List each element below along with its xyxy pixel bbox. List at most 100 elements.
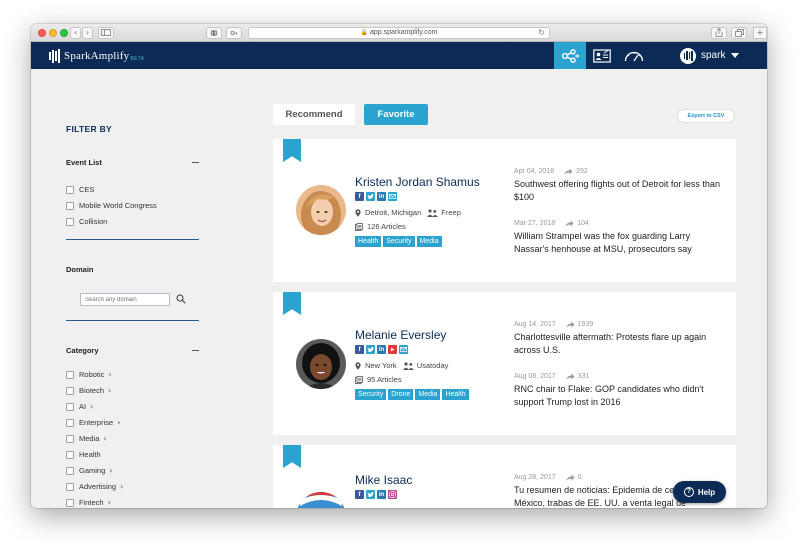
- category-item[interactable]: Media ›: [66, 433, 107, 444]
- tab-favorite[interactable]: Favorite: [364, 104, 428, 125]
- tabs-button[interactable]: [731, 27, 747, 39]
- chevron-right-icon[interactable]: ›: [108, 498, 111, 507]
- news-date: Aug 28, 2017: [514, 474, 556, 481]
- nav-amplify-button[interactable]: [554, 42, 586, 69]
- nav-contacts-button[interactable]: [586, 42, 618, 69]
- twitter-icon[interactable]: [366, 345, 375, 354]
- checkbox[interactable]: [66, 402, 74, 411]
- checkbox[interactable]: [66, 185, 74, 194]
- zoom-window-button[interactable]: [60, 29, 68, 37]
- minimize-window-button[interactable]: [49, 29, 57, 37]
- article-count: 126 Articles: [355, 222, 406, 231]
- journalist-name[interactable]: Mike Isaac: [355, 473, 412, 487]
- section-divider: [66, 320, 199, 321]
- twitter-icon[interactable]: [366, 490, 375, 499]
- facebook-icon[interactable]: f: [355, 192, 364, 201]
- help-button[interactable]: ? Help: [673, 481, 726, 503]
- bookmark-icon[interactable]: [283, 292, 301, 315]
- bookmark-icon[interactable]: [283, 139, 301, 162]
- linkedin-icon[interactable]: in: [377, 192, 386, 201]
- bookmark-icon[interactable]: [283, 445, 301, 468]
- key-icon: [230, 31, 238, 36]
- youtube-icon[interactable]: [388, 345, 397, 354]
- category-item[interactable]: Fintech ›: [66, 497, 111, 508]
- sidebar-icon: [101, 29, 111, 36]
- category-item[interactable]: Biotech ›: [66, 385, 111, 396]
- category-title: Category: [66, 346, 99, 355]
- facebook-icon[interactable]: f: [355, 490, 364, 499]
- category-item[interactable]: Enterprise ›: [66, 417, 120, 428]
- back-button[interactable]: ‹: [70, 27, 81, 39]
- share-arrow-icon: [565, 220, 574, 227]
- topic-tag[interactable]: Health: [355, 236, 382, 247]
- category-item[interactable]: Gaming ›: [66, 465, 112, 476]
- privacy-button[interactable]: [206, 27, 222, 39]
- checkbox[interactable]: [66, 498, 74, 507]
- checkbox[interactable]: [66, 418, 74, 427]
- chevron-right-icon[interactable]: ›: [103, 434, 106, 443]
- publication-text[interactable]: Freep: [441, 208, 461, 217]
- export-csv-button[interactable]: Export to CSV: [677, 109, 735, 123]
- app-logo[interactable]: SparkAmplify BETA: [49, 49, 144, 63]
- twitter-icon[interactable]: [366, 192, 375, 201]
- publication-text[interactable]: Usatoday: [417, 361, 449, 370]
- category-item[interactable]: AI ›: [66, 401, 93, 412]
- topic-tag[interactable]: Health: [442, 389, 469, 400]
- collapse-category-icon[interactable]: [192, 350, 199, 351]
- nav-dashboard-button[interactable]: [618, 42, 650, 69]
- extension-button[interactable]: [226, 27, 242, 39]
- category-item[interactable]: Advertising ›: [66, 481, 123, 492]
- share-button[interactable]: [711, 27, 727, 39]
- close-window-button[interactable]: [38, 29, 46, 37]
- event-item[interactable]: CES: [66, 184, 94, 195]
- instagram-icon[interactable]: [388, 490, 397, 499]
- topic-tag[interactable]: Security: [383, 236, 415, 247]
- checkbox[interactable]: [66, 217, 74, 226]
- journalist-name[interactable]: Melanie Eversley: [355, 328, 446, 342]
- chevron-right-icon[interactable]: ›: [120, 482, 123, 491]
- news-headline[interactable]: Charlottesville aftermath: Protests flar…: [514, 331, 724, 357]
- linkedin-icon[interactable]: in: [377, 345, 386, 354]
- checkbox[interactable]: [66, 370, 74, 379]
- chevron-right-icon[interactable]: ›: [109, 466, 112, 475]
- news-headline[interactable]: William Strampel was the fox guarding La…: [514, 230, 724, 256]
- event-item[interactable]: Mobile World Congress: [66, 200, 157, 211]
- search-icon[interactable]: [176, 294, 186, 304]
- sidebar-toggle-button[interactable]: [98, 27, 114, 39]
- topic-tag[interactable]: Drone: [388, 389, 414, 400]
- domain-search-input[interactable]: [80, 293, 170, 306]
- email-icon[interactable]: [388, 192, 397, 201]
- location-text: Detroit, Michigan: [365, 208, 422, 217]
- checkbox[interactable]: [66, 434, 74, 443]
- chevron-right-icon[interactable]: ›: [90, 402, 93, 411]
- user-menu[interactable]: spark: [680, 46, 740, 65]
- chevron-right-icon[interactable]: ›: [108, 386, 111, 395]
- checkbox[interactable]: [66, 450, 74, 459]
- forward-button[interactable]: ›: [82, 27, 93, 39]
- topic-tag[interactable]: Media: [416, 236, 442, 247]
- checkbox[interactable]: [66, 201, 74, 210]
- news-date: Aug 08, 2017: [514, 373, 556, 380]
- topic-tag[interactable]: Media: [415, 389, 441, 400]
- facebook-icon[interactable]: f: [355, 345, 364, 354]
- event-item[interactable]: Collision: [66, 216, 107, 227]
- checkbox[interactable]: [66, 482, 74, 491]
- email-icon[interactable]: [399, 345, 408, 354]
- new-tab-button[interactable]: +: [753, 27, 767, 39]
- filter-title: FILTER BY: [66, 124, 112, 134]
- checkbox[interactable]: [66, 386, 74, 395]
- linkedin-icon[interactable]: in: [377, 490, 386, 499]
- collapse-event-list-icon[interactable]: [192, 162, 199, 163]
- category-item[interactable]: Robotic ›: [66, 369, 112, 380]
- address-bar[interactable]: 🔒 app.sparkamplify.com ↻: [248, 27, 550, 39]
- news-headline[interactable]: Southwest offering flights out of Detroi…: [514, 178, 724, 204]
- tab-recommend[interactable]: Recommend: [273, 104, 355, 125]
- journalist-name[interactable]: Kristen Jordan Shamus: [355, 175, 480, 189]
- reload-icon[interactable]: ↻: [538, 28, 545, 38]
- checkbox[interactable]: [66, 466, 74, 475]
- chevron-right-icon[interactable]: ›: [117, 418, 120, 427]
- topic-tag[interactable]: Security: [355, 389, 387, 400]
- news-headline[interactable]: RNC chair to Flake: GOP candidates who d…: [514, 383, 724, 409]
- chevron-right-icon[interactable]: ›: [108, 370, 111, 379]
- category-item[interactable]: Health: [66, 449, 101, 460]
